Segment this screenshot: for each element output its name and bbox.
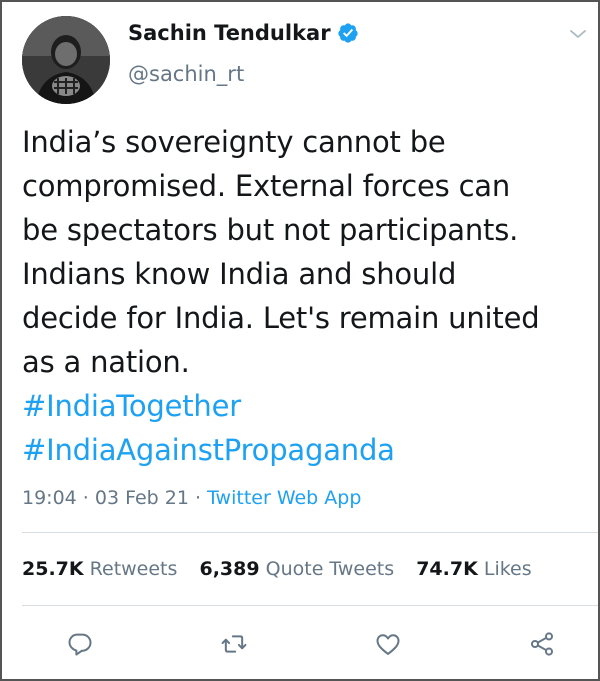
tweet-date[interactable]: 03 Feb 21 (95, 487, 189, 509)
meta-separator: · (188, 487, 208, 509)
retweets-label: Retweets (89, 558, 178, 580)
quote-tweets-stat[interactable]: 6,389 Quote Tweets (199, 558, 394, 580)
like-button[interactable] (370, 626, 406, 662)
heart-icon (376, 634, 400, 655)
tweet-text-line: decide for India. Let's remain united (22, 301, 540, 335)
retweets-count: 25.7K (22, 558, 84, 580)
hashtag-link[interactable]: #IndiaAgainstPropaganda (22, 428, 592, 472)
tweet-text-line: India’s sovereignty cannot be (22, 125, 446, 159)
reply-button[interactable] (62, 626, 98, 662)
retweets-stat[interactable]: 25.7K Retweets (22, 558, 177, 580)
retweet-button[interactable] (216, 626, 252, 662)
retweet-icon (221, 635, 247, 653)
tweet-meta: 19:04 · 03 Feb 21 · Twitter Web App (22, 484, 361, 512)
verified-badge-icon (337, 22, 359, 44)
engagement-stats: 25.7K Retweets 6,389 Quote Tweets 74.7K … (22, 555, 548, 583)
tweet-time[interactable]: 19:04 (22, 487, 77, 509)
meta-separator: · (76, 487, 95, 509)
tweet-text: India’s sovereignty cannot be compromise… (22, 120, 592, 472)
action-bar (2, 620, 600, 664)
divider (22, 532, 598, 533)
quote-tweets-label: Quote Tweets (265, 558, 395, 580)
likes-label: Likes (483, 558, 532, 580)
tweet-text-line: Indians know India and should (22, 257, 457, 291)
chevron-down-icon[interactable] (568, 26, 588, 40)
share-icon (530, 632, 554, 656)
tweet-text-line: compromised. External forces can (22, 169, 511, 203)
divider (22, 605, 598, 606)
quote-tweets-count: 6,389 (199, 558, 260, 580)
reply-icon (68, 633, 92, 656)
author-name-row[interactable]: Sachin Tendulkar (128, 19, 359, 47)
likes-count: 74.7K (416, 558, 478, 580)
tweet-card: Sachin Tendulkar @sachin_rt India’s sove… (0, 0, 600, 681)
user-handle[interactable]: @sachin_rt (128, 60, 244, 88)
avatar[interactable] (22, 16, 110, 104)
hashtag-link[interactable]: #IndiaTogether (22, 384, 592, 428)
likes-stat[interactable]: 74.7K Likes (416, 558, 531, 580)
tweet-text-line: be spectators but not participants. (22, 213, 519, 247)
tweet-source-link[interactable]: Twitter Web App (207, 487, 361, 509)
avatar-photo (22, 16, 110, 104)
share-button[interactable] (524, 626, 560, 662)
display-name[interactable]: Sachin Tendulkar (128, 19, 331, 47)
tweet-text-line: as a nation. (22, 345, 190, 379)
